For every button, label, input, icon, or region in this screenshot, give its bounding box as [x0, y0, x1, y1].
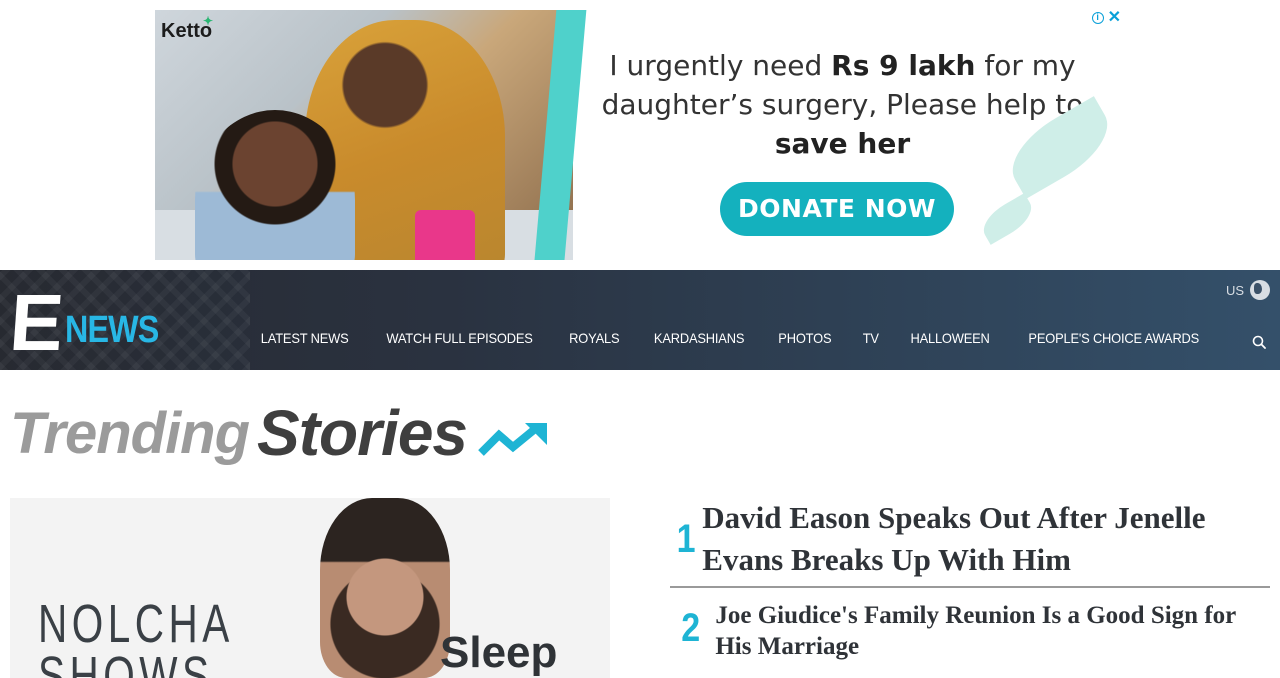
story-headline[interactable]: David Eason Speaks Out After Jenelle Eva…: [702, 497, 1270, 581]
enews-logo[interactable]: E NEWS: [7, 278, 175, 367]
advertisement-banner[interactable]: Ketto ✦ i ✕ I urgently need Rs 9 lakh for…: [155, 10, 1125, 260]
bird-decoration-icon: [976, 193, 1039, 245]
heading-trending: Trending: [10, 400, 250, 466]
nav-item-kardashians[interactable]: Kardashians: [641, 330, 757, 346]
ad-photo: [155, 10, 573, 260]
nav-item-latest-news[interactable]: Latest News: [248, 330, 361, 346]
ad-close-icon[interactable]: ✕: [1108, 10, 1121, 26]
list-item[interactable]: 2 Joe Giudice's Family Reunion Is a Good…: [670, 600, 1270, 662]
trending-stories-heading: Trending Stories: [10, 396, 549, 470]
nav-item-tv[interactable]: TV: [850, 330, 892, 346]
edition-selector[interactable]: US: [1226, 280, 1270, 300]
story-rank: 1: [676, 516, 696, 561]
ad-brand-logo: Ketto ✦: [161, 14, 214, 42]
person-photo: [320, 498, 450, 678]
site-header: E NEWS Latest News Watch Full Episodes R…: [0, 270, 1280, 370]
featured-story-image[interactable]: NOLCHA SHOWS Sleep: [10, 498, 610, 678]
nav-item-photos[interactable]: Photos: [766, 330, 845, 346]
story-rank: 2: [681, 606, 701, 650]
leaf-icon: ✦: [203, 14, 214, 28]
nav-item-watch-full-episodes[interactable]: Watch Full Episodes: [374, 330, 546, 346]
list-item[interactable]: 1 David Eason Speaks Out After Jenelle E…: [670, 492, 1270, 588]
ad-info-icon[interactable]: i: [1091, 12, 1104, 24]
backdrop-banner-text: NOLCHA SHOWS: [38, 594, 234, 678]
donate-now-button[interactable]: DONATE NOW: [720, 182, 954, 236]
story-headline[interactable]: Joe Giudice's Family Reunion Is a Good S…: [715, 600, 1270, 662]
trending-up-icon: [478, 423, 548, 456]
globe-icon: [1250, 280, 1270, 300]
nav-item-peoples-choice-awards[interactable]: People's Choice Awards: [1016, 330, 1212, 346]
search-icon[interactable]: [1252, 335, 1266, 349]
main-nav: Latest News Watch Full Episodes Royals K…: [243, 330, 1221, 346]
edition-label: US: [1225, 282, 1244, 298]
heading-stories: Stories: [257, 397, 468, 469]
nav-item-halloween[interactable]: Halloween: [898, 330, 1003, 346]
nav-item-royals[interactable]: Royals: [557, 330, 633, 346]
ad-controls: i ✕: [1091, 10, 1121, 26]
